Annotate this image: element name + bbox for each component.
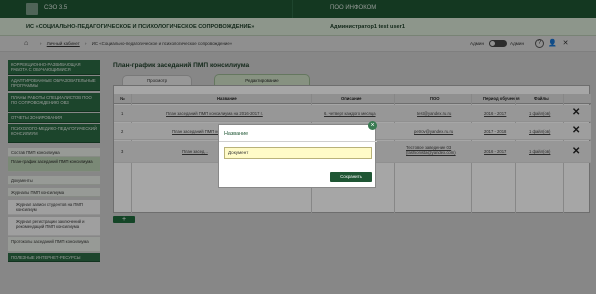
save-button[interactable]: Сохранить xyxy=(330,172,372,182)
name-input[interactable]: Документ xyxy=(224,147,372,159)
close-icon[interactable]: × xyxy=(368,121,377,130)
rename-dialog: Название × Документ Сохранить xyxy=(218,121,377,188)
dialog-divider xyxy=(219,141,377,142)
dialog-title: Название xyxy=(224,131,249,137)
